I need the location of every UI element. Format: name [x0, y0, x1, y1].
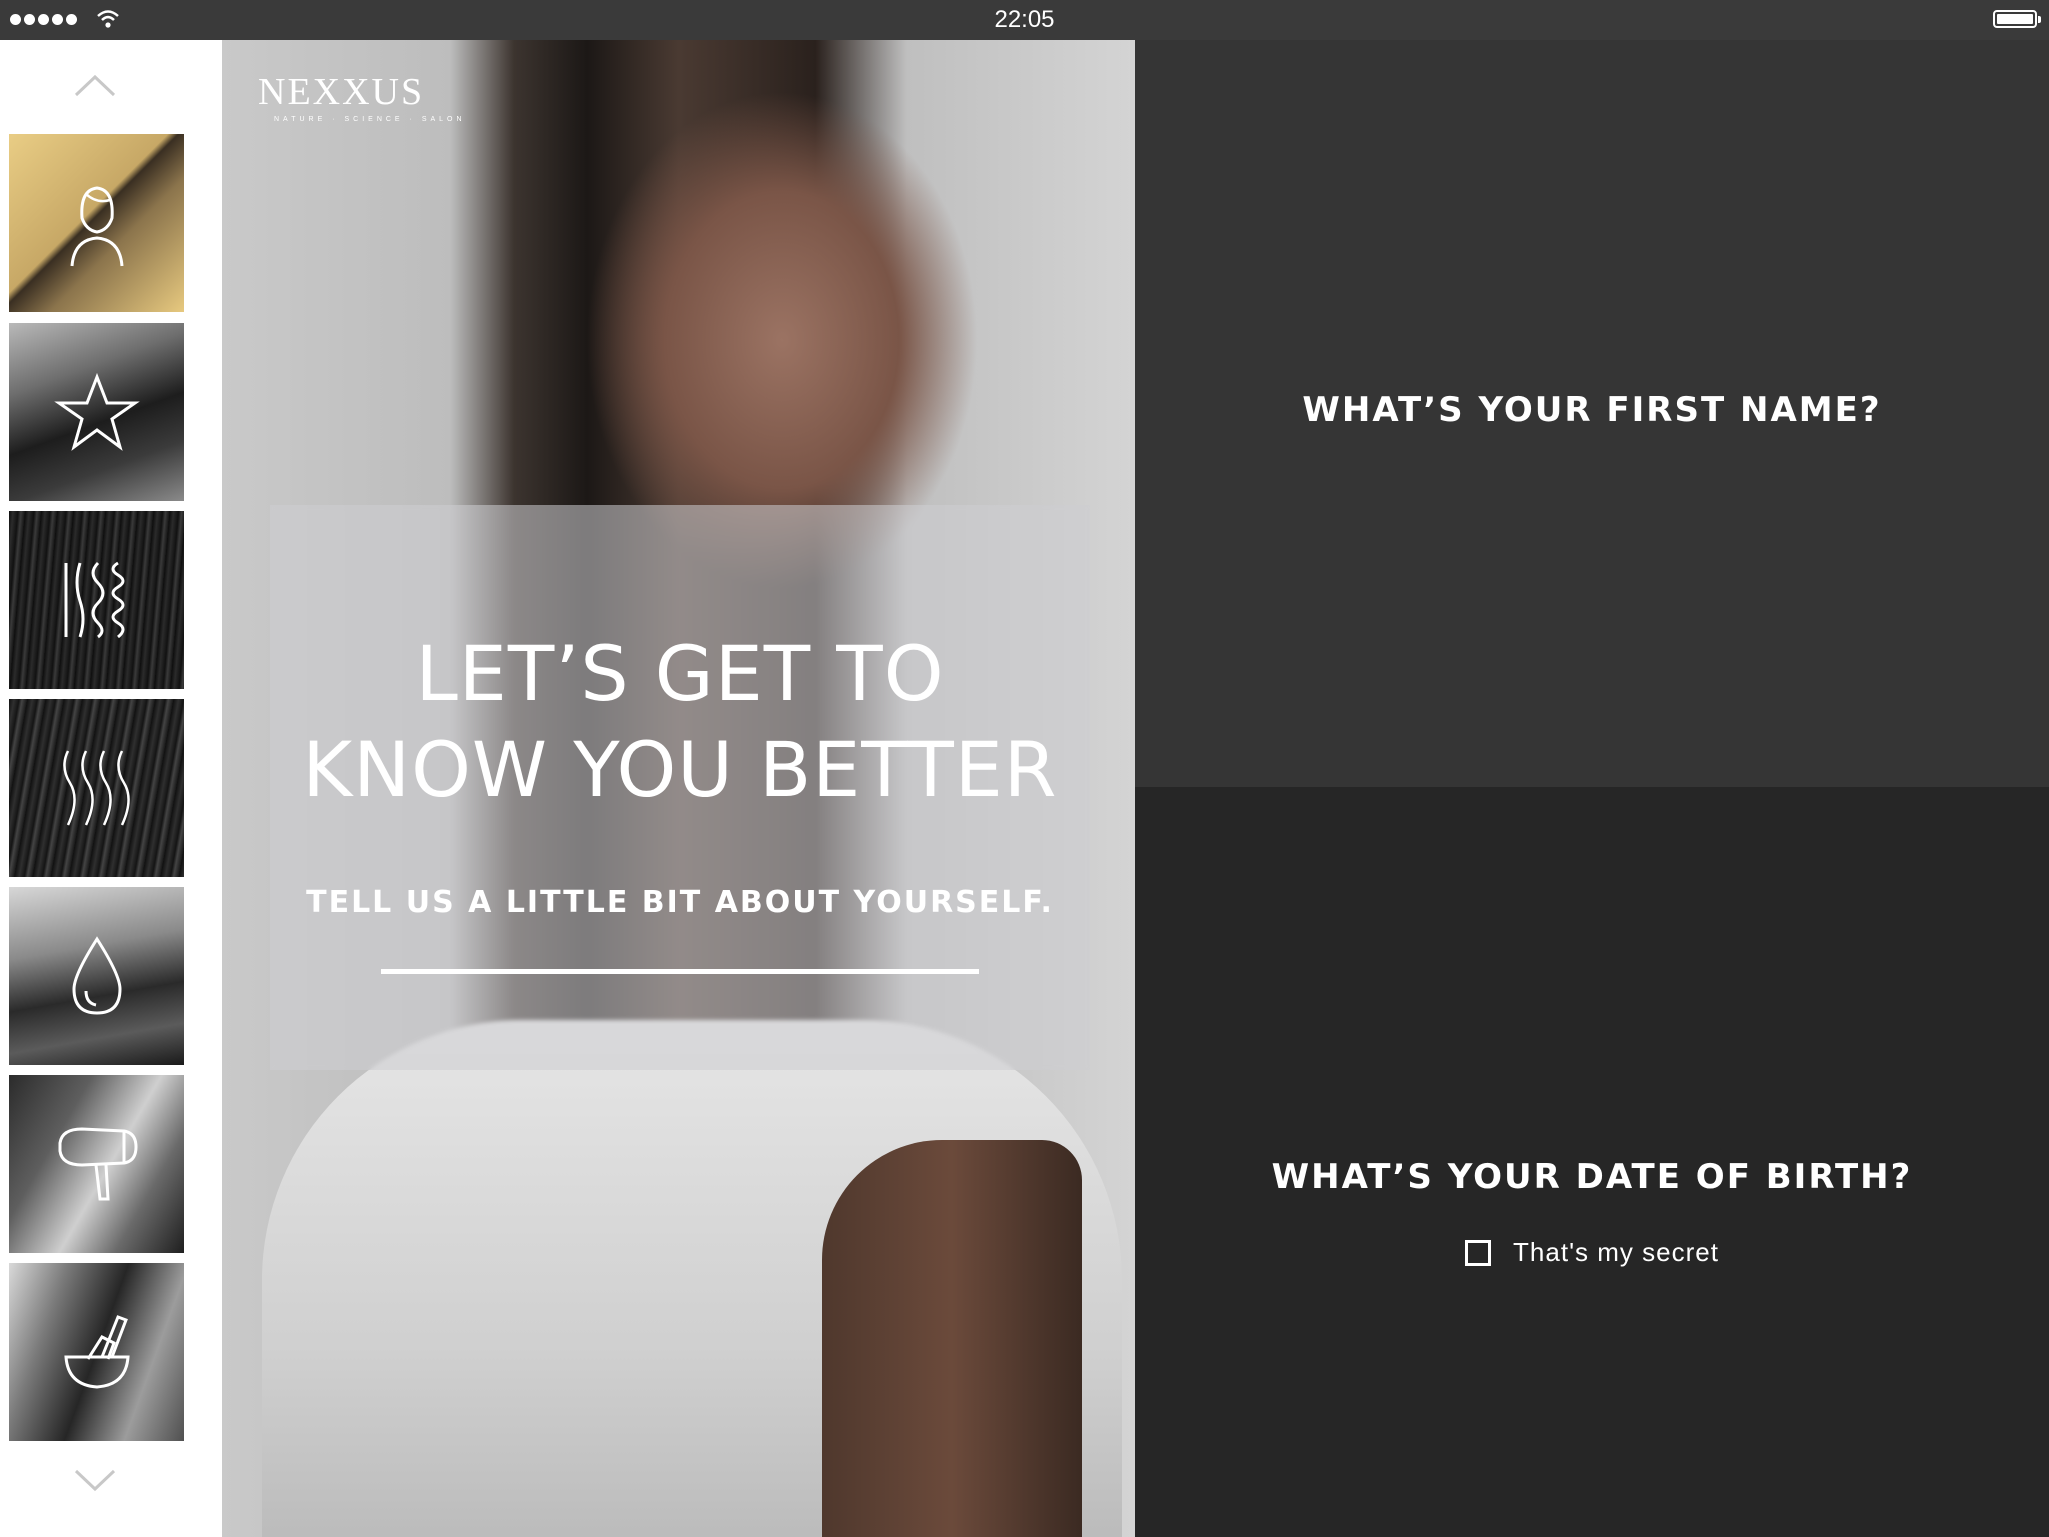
logo-tagline: NATURE · SCIENCE · SALON — [274, 116, 466, 123]
star-icon — [53, 372, 140, 451]
dob-question: WHAT’S YOUR DATE OF BIRTH? — [1271, 1157, 1913, 1197]
chevron-down-icon[interactable] — [73, 1468, 117, 1494]
logo-wordmark: NEXXUS — [258, 71, 425, 113]
headline-line-2: KNOW YOU BETTER — [302, 725, 1058, 814]
sidebar-item-hair-type[interactable] — [9, 511, 184, 689]
sidebar-item-treatment[interactable] — [9, 1263, 184, 1441]
water-drop-icon — [71, 936, 122, 1015]
secret-checkbox[interactable] — [1465, 1239, 1492, 1266]
hero-image: NEXXUS NATURE · SCIENCE · SALON LET’S GE… — [222, 40, 1135, 1537]
sidebar-item-hair-wave[interactable] — [9, 699, 184, 877]
hair-texture-icon — [64, 561, 124, 639]
first-name-section[interactable]: WHAT’S YOUR FIRST NAME? — [1135, 40, 2049, 787]
subheadline: TELL US A LITTLE BIT ABOUT YOURSELF. — [306, 885, 1054, 920]
brand-logo: NEXXUS NATURE · SCIENCE · SALON — [258, 70, 466, 123]
woman-profile-icon — [70, 186, 123, 267]
date-of-birth-section[interactable]: WHAT’S YOUR DATE OF BIRTH? That's my sec… — [1135, 787, 2049, 1537]
questionnaire-panel: WHAT’S YOUR FIRST NAME? WHAT’S YOUR DATE… — [1135, 40, 2049, 1537]
hero-arm-shape — [822, 1140, 1082, 1537]
battery-icon — [1993, 10, 2041, 28]
brush-bowl-icon — [63, 1315, 130, 1389]
status-time: 22:05 — [994, 6, 1055, 33]
sidebar-item-profile[interactable] — [9, 134, 184, 312]
divider-line — [381, 969, 979, 974]
hair-wave-icon — [62, 750, 130, 826]
headline-line-1: LET’S GET TO — [415, 629, 945, 718]
secret-option[interactable]: That's my secret — [1135, 1237, 2049, 1268]
sidebar-item-favorites[interactable] — [9, 323, 184, 501]
sidebar-item-moisture[interactable] — [9, 887, 184, 1065]
first-name-question: WHAT’S YOUR FIRST NAME? — [1302, 390, 1882, 430]
status-bar: 22:05 — [0, 0, 2049, 40]
chevron-up-icon[interactable] — [73, 72, 117, 98]
secret-checkbox-label[interactable]: That's my secret — [1513, 1237, 1719, 1268]
hair-dryer-icon — [58, 1127, 138, 1201]
sidebar — [0, 40, 222, 1537]
sidebar-item-styling[interactable] — [9, 1075, 184, 1253]
intro-overlay: LET’S GET TO KNOW YOU BETTER TELL US A L… — [270, 505, 1090, 1070]
